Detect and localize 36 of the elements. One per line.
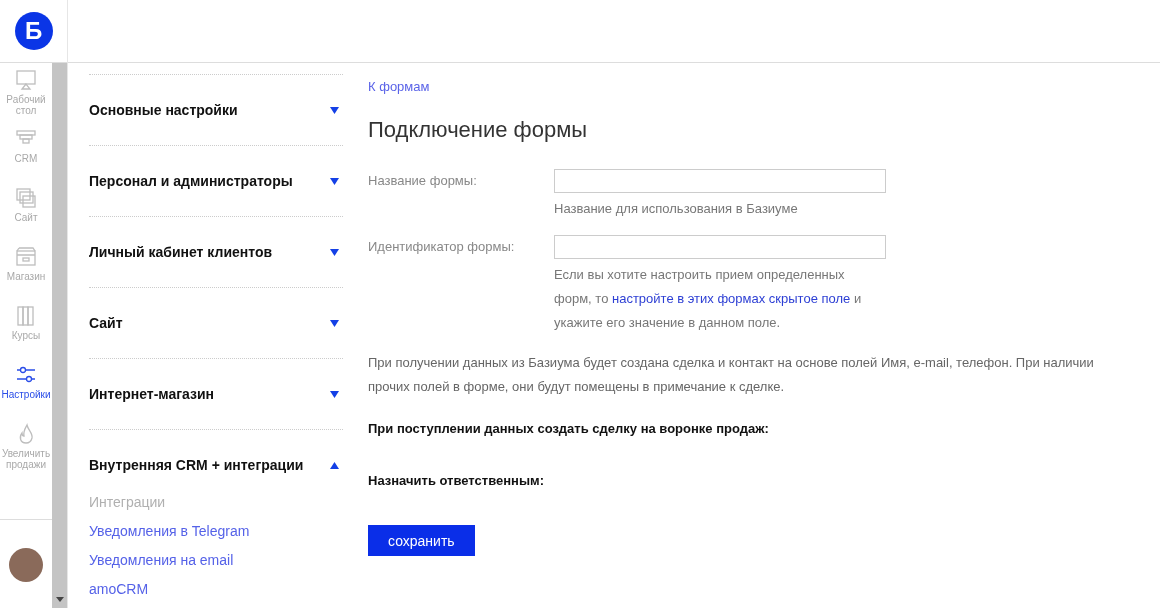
nav-item[interactable]: Настройки (0, 364, 54, 423)
caret-down-icon (330, 319, 339, 327)
page-title: Подключение формы (368, 117, 589, 143)
section-heading: При поступлении данных создать сделку на воронке продаж: (368, 421, 770, 438)
caret-down-icon (330, 248, 339, 256)
help-link[interactable]: настройте в этих формах скрытое поле (612, 291, 851, 306)
settings-section[interactable]: Персонал и администраторы (89, 145, 343, 216)
drawer-icon (15, 246, 37, 268)
monitor-icon (15, 69, 37, 91)
back-link[interactable]: К формам (368, 79, 430, 94)
scroll-down-icon[interactable] (55, 597, 64, 602)
field-label: Название формы: (368, 172, 478, 190)
settings-section[interactable]: Личный кабинет клиентов (89, 216, 343, 287)
settings-section[interactable]: Интернет-магазин (89, 358, 343, 429)
settings-link[interactable]: Уведомления в Telegram (89, 517, 343, 546)
settings-section[interactable]: Сайт (89, 287, 343, 358)
save-button[interactable]: сохранить (368, 525, 475, 556)
logo[interactable]: Б (14, 12, 53, 50)
pages-icon (15, 187, 37, 209)
caret-down-icon (330, 390, 339, 398)
info-text: При получении данных из Базиума будет создана сделка и контакт на основе полей Имя, e-mail, телефон. При наличии прочих полей в форме, они будут помещены в примечание к сделке. (368, 354, 1095, 396)
books-icon (15, 305, 37, 327)
input-field[interactable] (554, 235, 886, 259)
settings-link[interactable]: amoCRM (89, 575, 343, 604)
caret-up-icon (330, 461, 339, 469)
help-text: Название для использования в Базиуме (554, 200, 799, 218)
field-label: Идентификатор формы: (368, 238, 516, 256)
settings-section[interactable]: Основные настройки (89, 74, 343, 145)
caret-down-icon (330, 106, 339, 114)
help-text: Если вы хотите настроить прием определенных форм, то настройте в этих формах скрытое поле и укажите его значение в данном поле. (554, 266, 863, 332)
settings-link[interactable]: Уведомления на email (89, 546, 343, 575)
section-heading: Назначить ответственным: (368, 473, 545, 490)
avatar[interactable] (9, 548, 43, 582)
caret-down-icon (330, 177, 339, 185)
input-field[interactable] (554, 169, 886, 193)
scrollbar[interactable] (52, 63, 67, 608)
